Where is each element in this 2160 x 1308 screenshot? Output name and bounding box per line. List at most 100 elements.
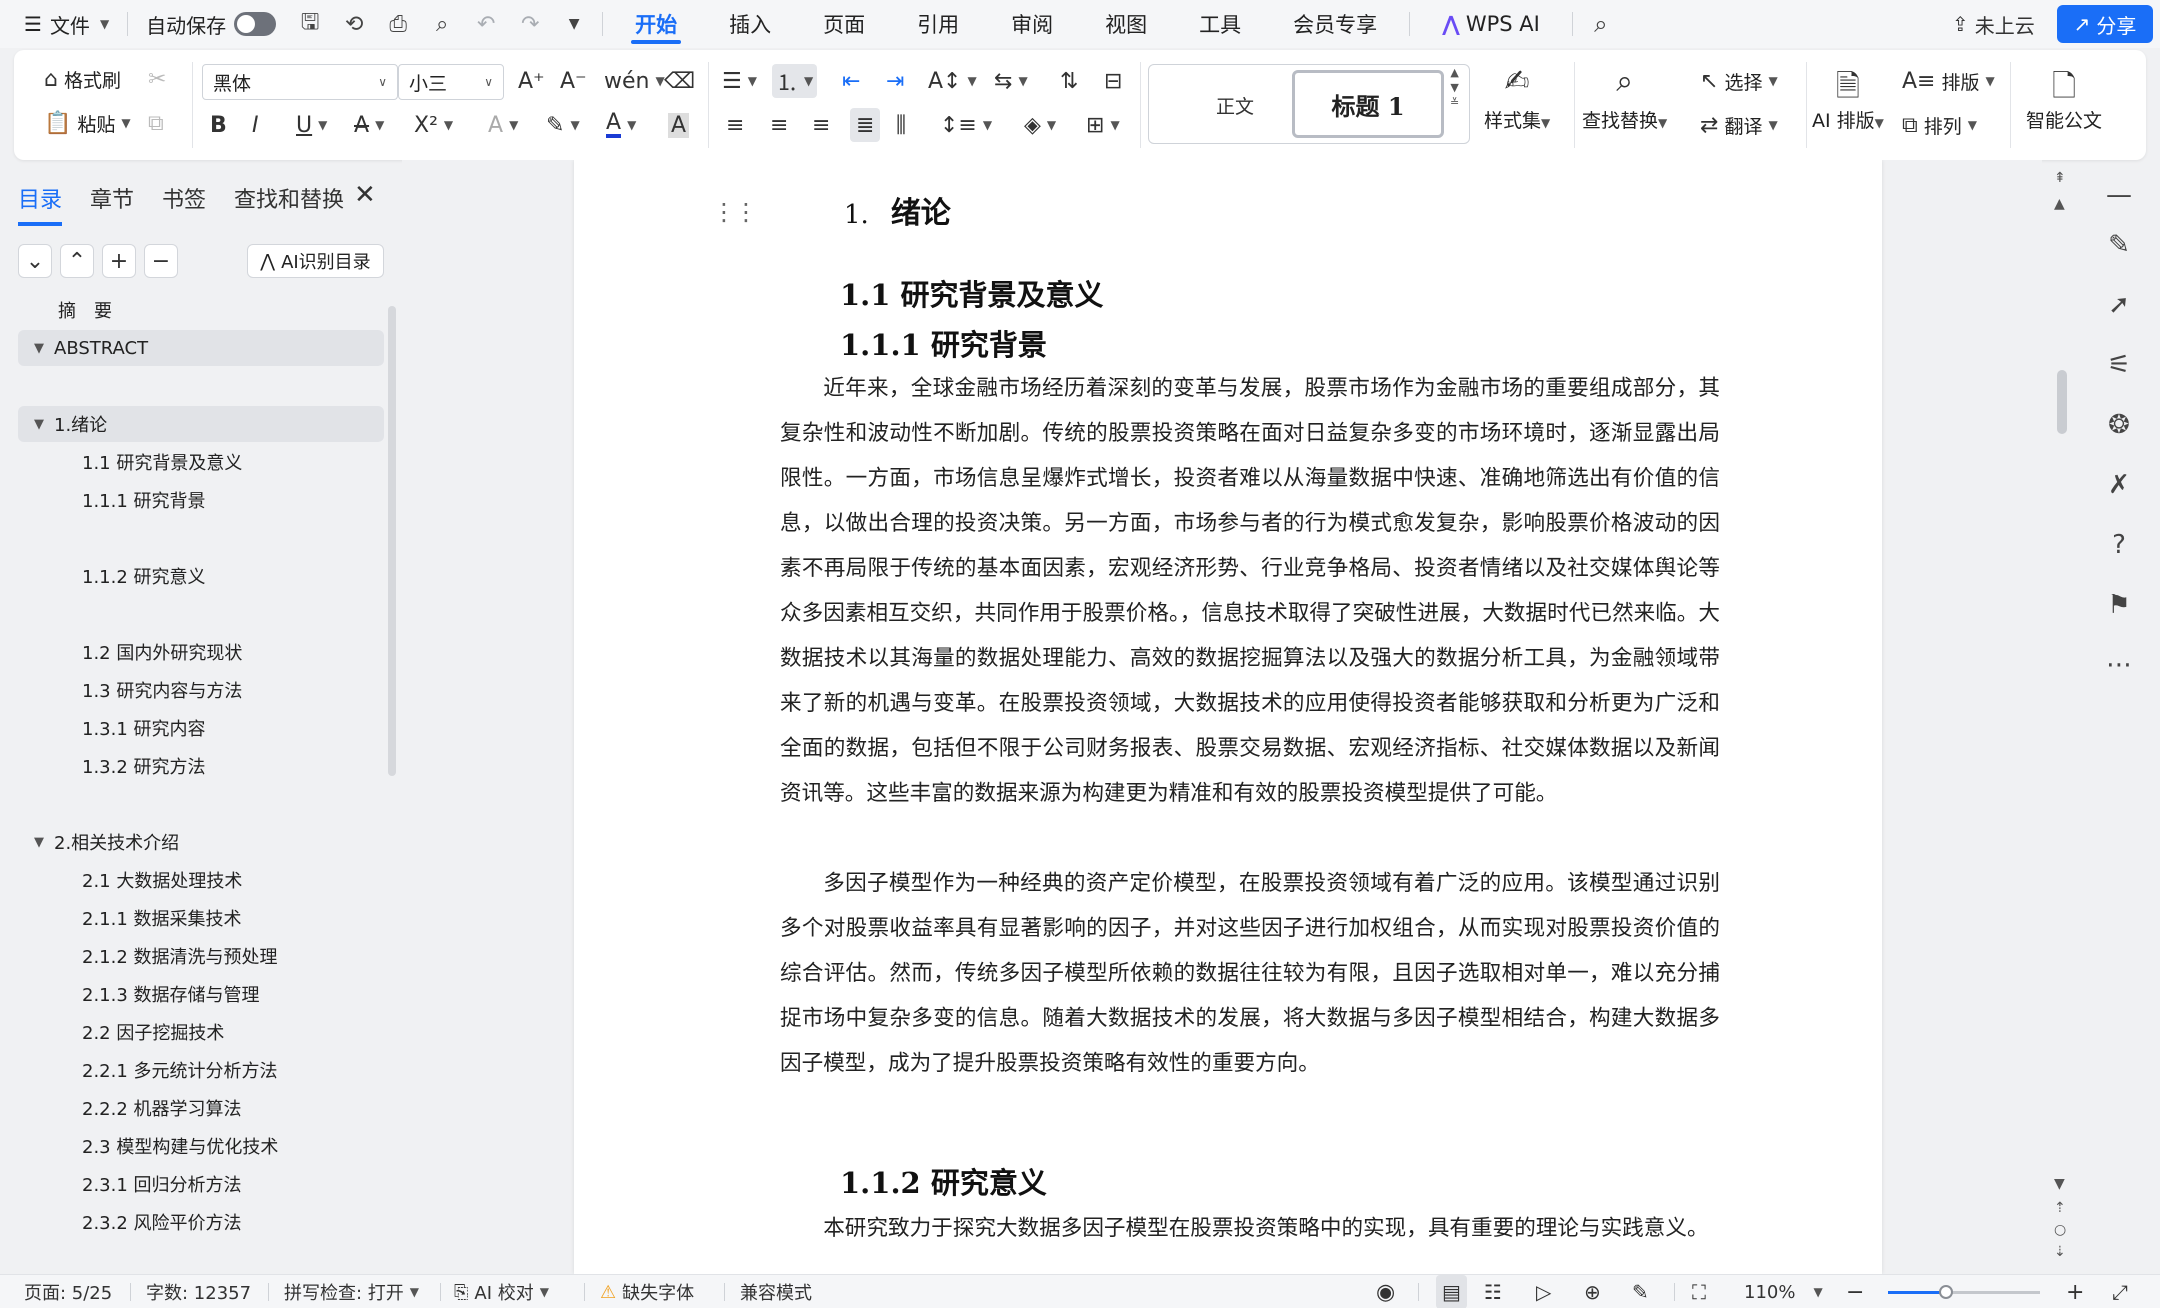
page-up-icon[interactable]: ⇞ bbox=[2054, 170, 2066, 186]
tab-view[interactable]: 视图 bbox=[1079, 0, 1173, 48]
page-view-icon[interactable]: ▤ bbox=[1436, 1275, 1467, 1308]
scroll-up-icon[interactable]: ▲ bbox=[2054, 196, 2065, 212]
ai-toc-button[interactable]: ⋀ AI识别目录 bbox=[247, 244, 384, 278]
select-arrow-icon[interactable]: ➚ bbox=[2082, 290, 2156, 320]
align-left-button[interactable]: ≡ bbox=[726, 108, 744, 142]
share-link-icon[interactable]: ⟲ bbox=[332, 0, 376, 48]
heading-3-significance[interactable]: 1.1.2 研究意义 bbox=[840, 1160, 1047, 1202]
zoom-slider-knob[interactable] bbox=[1938, 1285, 1953, 1299]
style-normal[interactable]: 正文 bbox=[1216, 92, 1254, 119]
toc-item[interactable]: 1.2 国内外研究现状 bbox=[82, 634, 242, 670]
pen-icon[interactable]: ✎ bbox=[2082, 230, 2156, 260]
toc-item[interactable]: 1.1 研究背景及意义 bbox=[82, 444, 242, 480]
help-icon[interactable]: ? bbox=[2082, 530, 2156, 560]
toc-item[interactable]: 2.2.1 多元统计分析方法 bbox=[82, 1052, 278, 1088]
borders-button[interactable]: ⊞ ▼ bbox=[1086, 108, 1120, 142]
arrange-button[interactable]: ⧉ 排列 ▼ bbox=[1902, 108, 1977, 142]
tab-bookmarks[interactable]: 书签 bbox=[162, 182, 206, 226]
toc-item[interactable]: 2.2.2 机器学习算法 bbox=[82, 1090, 242, 1126]
style-gallery-scroll[interactable]: ▲ ▼ ≚ bbox=[1450, 66, 1459, 109]
outline-view-icon[interactable]: ☷ bbox=[1484, 1275, 1502, 1308]
font-color-button[interactable]: A ▼ bbox=[606, 108, 636, 142]
heading-1[interactable]: 1. 绪论 bbox=[844, 188, 951, 232]
sort-button[interactable]: ⇅ bbox=[1060, 64, 1078, 98]
char-shading-button[interactable]: A bbox=[668, 108, 690, 142]
scroll-down-icon[interactable]: ▼ bbox=[2054, 1176, 2065, 1192]
align-center-button[interactable]: ≡ bbox=[770, 108, 788, 142]
close-icon[interactable]: ✕ bbox=[354, 180, 376, 210]
expand-arrow-icon[interactable]: ▼ bbox=[34, 835, 44, 850]
word-count[interactable]: 字数: 12357 bbox=[146, 1275, 251, 1308]
show-marks-button[interactable]: ⊟ bbox=[1104, 64, 1122, 98]
toc-item[interactable]: 1.1.1 研究背景 bbox=[82, 482, 206, 518]
tab-toc[interactable]: 目录 bbox=[18, 182, 63, 226]
clear-format-button[interactable]: ⌫ bbox=[664, 64, 695, 98]
zoom-in-icon[interactable]: + bbox=[2066, 1275, 2084, 1308]
font-size-select[interactable]: 小三 ∨ bbox=[398, 64, 504, 100]
italic-button[interactable]: I bbox=[252, 108, 259, 142]
toc-item[interactable]: 2.2 因子挖掘技术 bbox=[82, 1014, 224, 1050]
print-icon[interactable]: ⎙ bbox=[376, 0, 420, 48]
font-grow-button[interactable]: A⁺ bbox=[518, 64, 545, 98]
font-shrink-button[interactable]: A⁻ bbox=[560, 64, 587, 98]
toc-item[interactable]: 1.1.2 研究意义 bbox=[82, 558, 206, 594]
chinese-layout-button[interactable]: ⇆ ▼ bbox=[994, 64, 1028, 98]
align-right-button[interactable]: ≡ bbox=[812, 108, 830, 142]
file-menu[interactable]: ☰ 文件 ▼ bbox=[0, 0, 121, 48]
paste-button[interactable]: 📋 粘贴 ▼ bbox=[44, 106, 131, 140]
toc-item[interactable]: 摘 要 bbox=[58, 292, 112, 328]
line-spacing-button[interactable]: ↕≡ ▼ bbox=[940, 108, 992, 142]
tab-wps-ai[interactable]: ⋀ WPS AI bbox=[1416, 0, 1566, 48]
toc-item[interactable]: 2.1.2 数据清洗与预处理 bbox=[82, 938, 278, 974]
cloud-status-button[interactable]: ⇪ 未上云 bbox=[1952, 5, 2035, 43]
nav-scrollbar[interactable] bbox=[388, 306, 396, 776]
zoom-slider[interactable] bbox=[1888, 1285, 2040, 1299]
web-view-icon[interactable]: ⊕ bbox=[1584, 1275, 1601, 1308]
collapse-up-button[interactable]: ⌃ bbox=[60, 244, 94, 278]
sliders-icon[interactable]: ⚟ bbox=[2082, 350, 2156, 380]
tab-tools[interactable]: 工具 bbox=[1173, 0, 1267, 48]
smart-doc-button[interactable]: 🗋 智能公文 bbox=[2026, 64, 2102, 133]
zoom-out-icon[interactable]: − bbox=[1846, 1275, 1864, 1308]
add-heading-button[interactable]: + bbox=[102, 244, 136, 278]
superscript-button[interactable]: X² ▼ bbox=[414, 108, 453, 142]
fit-page-icon[interactable]: ⛶ bbox=[1692, 1275, 1706, 1308]
page-indicator[interactable]: 页面: 5/25 bbox=[24, 1275, 112, 1308]
distributed-button[interactable]: ⫼ bbox=[896, 108, 906, 142]
tab-home[interactable]: 开始 bbox=[609, 0, 703, 48]
spell-check-status[interactable]: 拼写检查: 打开 ▼ bbox=[284, 1275, 419, 1308]
next-page-icon[interactable]: ⇣ bbox=[2054, 1244, 2066, 1260]
typeset-button[interactable]: A≡ 排版 ▼ bbox=[1902, 64, 1995, 98]
theme-icon[interactable]: ⚑ bbox=[2082, 590, 2156, 620]
toc-item[interactable]: 1.3.1 研究内容 bbox=[82, 710, 206, 746]
expand-arrow-icon[interactable]: ▼ bbox=[34, 417, 44, 432]
underline-button[interactable]: U ▼ bbox=[296, 108, 327, 142]
toc-item[interactable]: 1.3.2 研究方法 bbox=[82, 748, 206, 784]
ai-layout-button[interactable]: 🗎 AI 排版▼ bbox=[1812, 64, 1884, 133]
decrease-indent-button[interactable]: ⇤ bbox=[842, 64, 860, 98]
pinyin-button[interactable]: wén ▼ bbox=[604, 64, 665, 98]
share-button[interactable]: ↗ 分享 bbox=[2057, 5, 2153, 43]
print-preview-icon[interactable]: ⌕ bbox=[420, 0, 464, 48]
drag-handle-icon[interactable]: ⋮⋮ bbox=[712, 198, 758, 226]
find-replace-button[interactable]: ⌕ 查找替换▼ bbox=[1582, 64, 1667, 133]
save-icon[interactable]: 🖫 bbox=[288, 0, 332, 48]
search-icon[interactable]: ⌕ bbox=[1579, 0, 1623, 48]
autosave-control[interactable]: 自动保存 bbox=[134, 0, 288, 48]
expand-arrow-icon[interactable]: ▼ bbox=[34, 341, 44, 356]
toc-item[interactable]: 2.3 模型构建与优化技术 bbox=[82, 1128, 278, 1164]
numbered-list-button[interactable]: ⒈ ▼ bbox=[772, 64, 818, 98]
tab-page[interactable]: 页面 bbox=[797, 0, 891, 48]
style-heading-1[interactable]: 标题 1 bbox=[1292, 70, 1444, 138]
select-button[interactable]: ↖ 选择 ▼ bbox=[1700, 64, 1778, 98]
toc-item[interactable]: 2.1.3 数据存储与管理 bbox=[82, 976, 260, 1012]
strikethrough-button[interactable]: A ▼ bbox=[354, 108, 384, 142]
tools-icon[interactable]: ✗ bbox=[2082, 470, 2156, 500]
missing-font-button[interactable]: ⚠ 缺失字体 bbox=[600, 1275, 694, 1308]
autosave-toggle[interactable] bbox=[234, 12, 277, 36]
justify-button[interactable]: ≣ bbox=[850, 108, 881, 142]
remove-heading-button[interactable]: − bbox=[144, 244, 178, 278]
read-mode-icon[interactable]: ▷ bbox=[1536, 1275, 1551, 1308]
tab-sections[interactable]: 章节 bbox=[90, 182, 134, 226]
toc-item[interactable]: ▼ ABSTRACT bbox=[18, 330, 384, 366]
